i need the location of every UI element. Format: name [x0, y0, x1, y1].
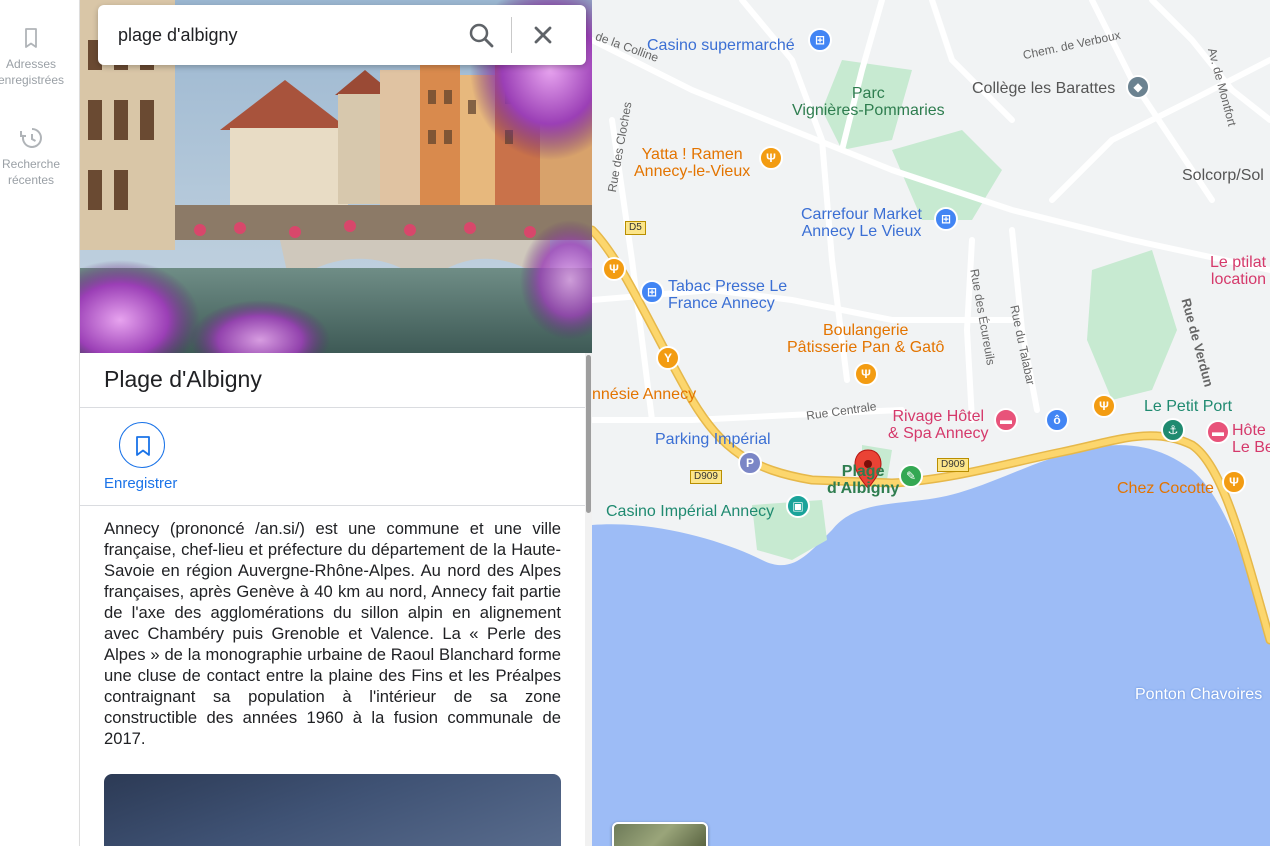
map-label-parc[interactable]: Parc Vignières-Pommaries	[792, 85, 945, 119]
close-icon	[534, 26, 552, 44]
restaurant-poi-icon[interactable]: Ψ	[1222, 470, 1246, 494]
map-label-casino-imperial[interactable]: Casino Impérial Annecy	[606, 503, 774, 520]
shopping-poi-icon[interactable]: ⊞	[640, 280, 664, 304]
road-tag-d909: D909	[937, 458, 969, 472]
map-label-annesie[interactable]: nnésie Annecy	[592, 386, 696, 403]
map-label-chez-cocotte[interactable]: Chez Cocotte	[1117, 480, 1214, 497]
map-layer-toggle[interactable]	[612, 822, 708, 846]
shopping-poi-icon[interactable]: ⊞	[808, 28, 832, 52]
clear-search-button[interactable]	[527, 19, 559, 51]
hotel-poi-icon[interactable]: ▬	[1206, 420, 1230, 444]
map-label-rivage-hotel[interactable]: Rivage Hôtel & Spa Annecy	[888, 408, 989, 442]
casino-poi-icon[interactable]: ▣	[786, 494, 810, 518]
parking-poi-icon[interactable]: P	[738, 451, 762, 475]
save-place-button[interactable]	[119, 422, 165, 468]
shopping-poi-icon[interactable]: ⊞	[934, 207, 958, 231]
divider	[80, 407, 585, 408]
map-label-hotel[interactable]: Hôte Le Be	[1232, 422, 1270, 456]
restaurant-poi-icon[interactable]: Ψ	[759, 146, 783, 170]
map-label-solcorp[interactable]: Solcorp/Sol	[1182, 167, 1264, 184]
secondary-photo[interactable]	[104, 774, 561, 846]
school-poi-icon[interactable]: ◆	[1126, 75, 1150, 99]
beach-poi-icon[interactable]: ✎	[899, 464, 923, 488]
map-label-casino-supermarche[interactable]: Casino supermarché	[647, 37, 795, 54]
bar-poi-icon[interactable]: Y	[656, 346, 680, 370]
restaurant-poi-icon[interactable]: Ψ	[602, 257, 626, 281]
search-icon	[469, 23, 494, 48]
panel-scrollbar-thumb[interactable]	[586, 355, 591, 513]
hotel-poi-icon[interactable]: ▬	[994, 408, 1018, 432]
map-label-petit-port[interactable]: Le Petit Port	[1144, 398, 1232, 415]
map-label-boulangerie[interactable]: Boulangerie Pâtisserie Pan & Gatô	[787, 322, 944, 356]
saved-places-button[interactable]: Adresses enregistrées	[0, 26, 72, 88]
search-separator	[511, 17, 512, 53]
map-view[interactable]: ⊞ ◆ Ψ ⊞ Ψ ⊞ Ψ Y ▬ ô Ψ ⚓ ▬ P ✎ Ψ ▣ D5 D90…	[592, 0, 1270, 846]
divider	[80, 505, 585, 506]
bookmark-outline-icon	[25, 28, 37, 48]
restaurant-poi-icon[interactable]: Ψ	[1092, 394, 1116, 418]
history-icon	[20, 128, 42, 148]
search-button[interactable]	[465, 19, 497, 51]
bike-poi-icon[interactable]: ô	[1045, 408, 1069, 432]
place-description: Annecy (prononcé /an.si/) est une commun…	[104, 519, 561, 748]
road-tag-d5: D5	[625, 221, 646, 235]
map-label-carrefour[interactable]: Carrefour Market Annecy Le Vieux	[801, 206, 922, 240]
bakery-poi-icon[interactable]: Ψ	[854, 362, 878, 386]
saved-places-label: Adresses enregistrées	[0, 57, 65, 87]
save-place-label[interactable]: Enregistrer	[104, 475, 177, 492]
map-label-tabac[interactable]: Tabac Presse Le France Annecy	[668, 278, 787, 312]
place-panel: Plage d'Albigny Enregistrer Annecy (pron…	[80, 0, 592, 846]
recent-searches-button[interactable]: Recherche récentes	[0, 126, 72, 188]
map-label-plage-albigny[interactable]: Plage d'Albigny	[827, 463, 899, 497]
map-label-parking[interactable]: Parking Impérial	[655, 431, 771, 448]
place-title: Plage d'Albigny	[104, 366, 262, 392]
port-poi-icon[interactable]: ⚓	[1161, 418, 1185, 442]
map-label-college[interactable]: Collège les Barattes	[972, 80, 1115, 97]
road-tag-d909: D909	[690, 470, 722, 484]
search-input[interactable]	[118, 20, 448, 50]
bookmark-icon	[136, 436, 150, 456]
map-label-ponton[interactable]: Ponton Chavoires	[1135, 686, 1262, 703]
search-box	[98, 5, 586, 65]
left-rail: Adresses enregistrées Recherche récentes	[0, 0, 80, 846]
map-label-yatta-ramen[interactable]: Yatta ! Ramen Annecy-le-Vieux	[634, 146, 750, 180]
map-label-pitlat[interactable]: Le ptilat location	[1210, 254, 1266, 288]
recent-searches-label: Recherche récentes	[1, 157, 61, 187]
